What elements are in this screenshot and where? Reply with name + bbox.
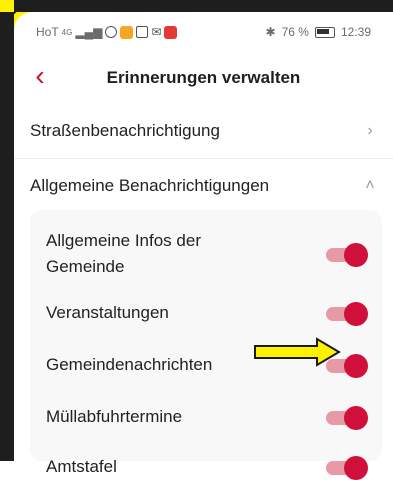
chevron-up-icon: ˄ — [365, 177, 375, 194]
page-title: Erinnerungen verwalten — [106, 68, 301, 87]
toggle-switch-events[interactable] — [326, 302, 368, 326]
toggle-row-general-info: Allgemeine Infos der Gemeinde — [46, 228, 368, 280]
phone-bezel-top — [14, 0, 393, 12]
toggle-row-events: Veranstaltungen — [46, 300, 368, 326]
toggle-knob — [344, 243, 368, 267]
toggle-label: Gemeindenachrichten — [46, 355, 213, 374]
mail-icon: ✉ — [151, 25, 162, 39]
toggle-knob — [344, 406, 368, 430]
toggle-label: Allgemeine Infos der Gemeinde — [46, 231, 201, 276]
whatsapp-icon — [105, 26, 118, 38]
carrier-label: HoT — [36, 25, 59, 39]
toggle-knob — [344, 354, 368, 378]
toggle-label: Müllabfuhrtermine — [46, 407, 183, 426]
status-bar-right: ✱ 76 % 12:39 — [266, 25, 371, 39]
toggle-switch-general-info[interactable] — [326, 243, 368, 267]
back-button[interactable]: ‹ — [26, 62, 54, 92]
status-bar: HoT 4G ▂▄▆ ✉ ✱ 76 % 12:39 — [14, 12, 393, 52]
section-general-notifications[interactable]: Allgemeine Benachrichtigungen ˄ — [14, 158, 393, 214]
annotation-arrow-icon — [254, 337, 341, 367]
section-label: Allgemeine Benachrichtigungen — [30, 176, 270, 195]
signal-icon: ▂▄▆ — [75, 25, 103, 39]
toggle-row-notice-board: Amtstafel — [46, 454, 368, 480]
toggle-label: Veranstaltungen — [46, 303, 169, 322]
calendar-icon — [136, 26, 149, 38]
toggle-switch-waste-collection[interactable] — [326, 406, 368, 430]
status-bar-left: HoT 4G ▂▄▆ ✉ — [36, 25, 178, 39]
toggle-row-waste-collection: Müllabfuhrtermine — [46, 404, 368, 430]
notification-settings-card: Allgemeine Infos der Gemeinde Veranstalt… — [30, 210, 382, 480]
phone-screen: HoT 4G ▂▄▆ ✉ ✱ 76 % 12:39 ‹ Erinnerungen… — [14, 12, 393, 480]
phone-bezel-left — [0, 12, 14, 461]
notification-app-icon — [120, 25, 134, 39]
battery-icon — [314, 26, 335, 38]
app-header: ‹ Erinnerungen verwalten — [14, 56, 393, 100]
chevron-right-icon: › — [367, 122, 373, 139]
network-label: 4G — [61, 27, 73, 37]
battery-percent: 76 % — [281, 25, 309, 39]
toggle-knob — [344, 456, 368, 480]
section-street-notifications[interactable]: Straßenbenachrichtigung › — [14, 103, 393, 159]
section-label: Straßenbenachrichtigung — [30, 121, 220, 140]
toggle-label: Amtstafel — [46, 457, 117, 476]
clock: 12:39 — [340, 25, 371, 39]
red-app-icon — [164, 25, 178, 39]
toggle-knob — [344, 302, 368, 326]
toggle-switch-notice-board[interactable] — [326, 456, 368, 480]
bluetooth-icon: ✱ — [265, 25, 276, 39]
